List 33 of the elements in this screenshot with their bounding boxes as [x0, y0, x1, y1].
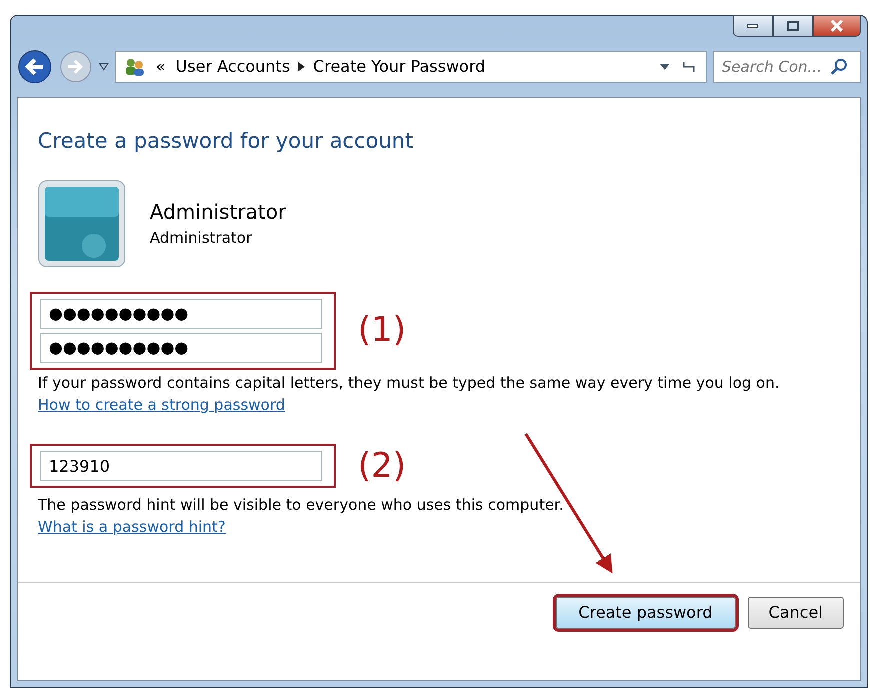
address-bar[interactable]: « User Accounts Create Your Password — [115, 51, 707, 83]
breadcrumb[interactable]: Create Your Password — [313, 55, 486, 79]
back-icon[interactable] — [17, 49, 53, 85]
breadcrumb[interactable]: User Accounts — [176, 55, 290, 79]
hint-field[interactable]: 123910 — [40, 451, 322, 481]
capitals-note: If your password contains capital letters, they must be typed the same way every time you log on. — [38, 372, 781, 394]
step-label: (2) — [358, 444, 406, 488]
search-box[interactable]: Search Con... — [713, 51, 861, 83]
minimize-button[interactable] — [733, 15, 773, 37]
password-field[interactable]: ●●●●●●●●●● — [40, 332, 322, 362]
page-heading: Create a password for your account — [38, 128, 414, 155]
password-field[interactable]: ●●●●●●●●●● — [40, 298, 322, 328]
forward-icon[interactable] — [59, 50, 93, 84]
account-avatar-icon — [38, 180, 126, 268]
maximize-icon — [787, 21, 799, 31]
password-hint-link[interactable]: What is a password hint? — [38, 518, 226, 536]
account-name: Administrator — [150, 199, 286, 226]
close-button[interactable] — [813, 15, 861, 37]
overflow-chevron[interactable]: « — [156, 55, 166, 79]
cancel-button[interactable]: Cancel — [748, 597, 844, 629]
account-type: Administrator — [150, 228, 254, 250]
close-icon — [830, 20, 844, 32]
create-password-button[interactable]: Create password — [556, 597, 736, 629]
hint-note: The password hint will be visible to everyone who uses this computer. — [38, 494, 565, 516]
dropdown-icon[interactable] — [99, 63, 109, 71]
maximize-button[interactable] — [773, 15, 813, 37]
strong-password-link[interactable]: How to create a strong password — [38, 396, 286, 414]
minimize-icon — [747, 23, 759, 29]
separator-arrow-icon[interactable] — [298, 62, 306, 72]
step-label: (1) — [358, 309, 406, 352]
dropdown-icon[interactable] — [660, 64, 670, 70]
search-icon — [830, 58, 848, 76]
users-icon — [124, 57, 146, 77]
